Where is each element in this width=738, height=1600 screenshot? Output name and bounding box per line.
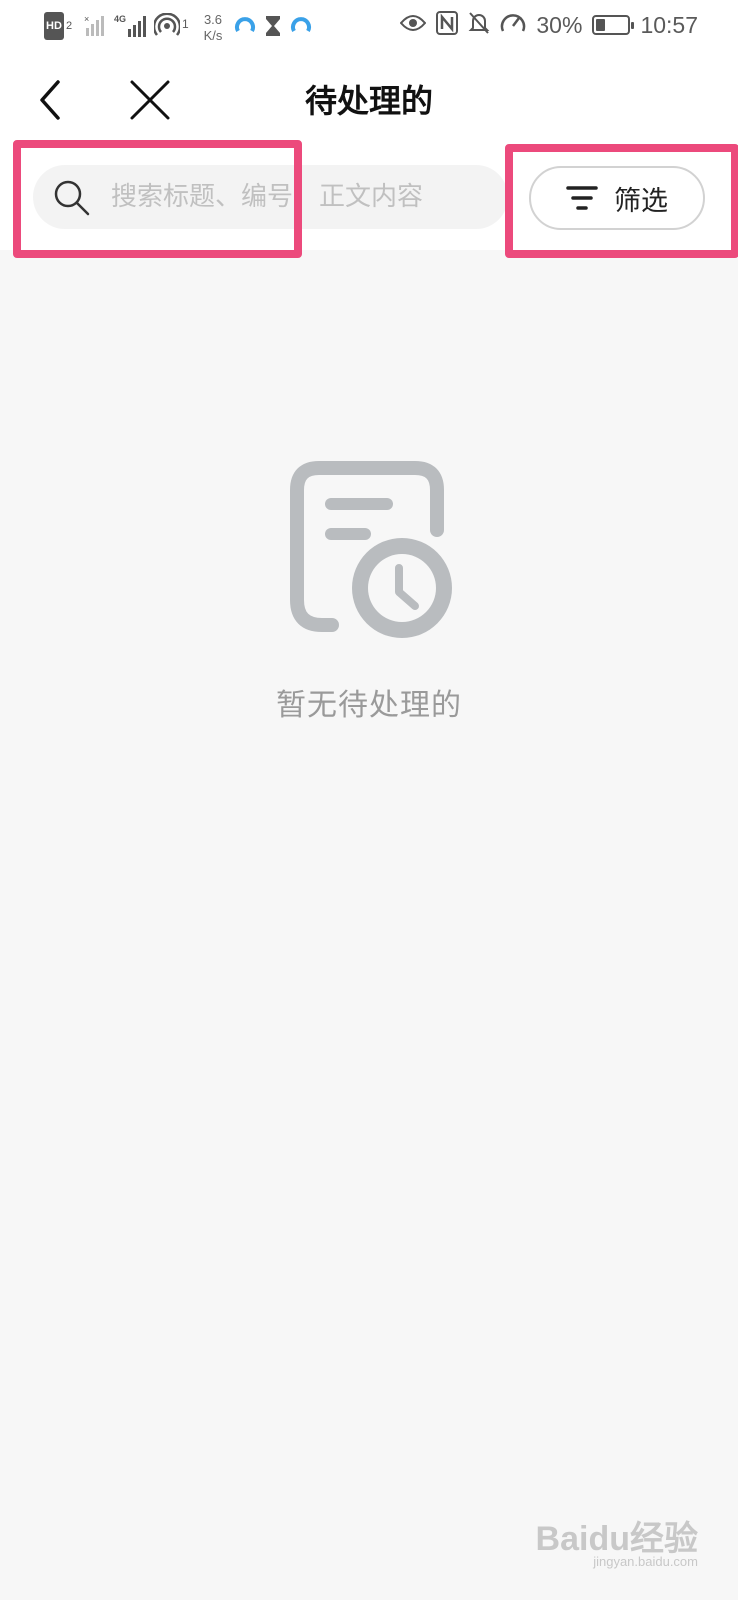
watermark: Baidu经验 jingyan.baidu.com (536, 1522, 698, 1570)
network-type-label: 4G (114, 14, 126, 24)
header: 待处理的 (0, 50, 738, 150)
speedometer-icon (500, 11, 526, 39)
status-bar: HD 2 × 4G 1 3.6 K/s 30% 10:57 (0, 0, 738, 50)
empty-state: 暂无待处理的 (0, 460, 738, 724)
status-right: 30% 10:57 (400, 10, 698, 40)
mute-icon (468, 11, 490, 39)
battery-icon (592, 15, 635, 35)
hd-sub: 2 (66, 20, 73, 32)
document-clock-icon (290, 461, 452, 638)
search-box[interactable] (33, 165, 508, 229)
filter-button[interactable]: 筛选 (529, 166, 705, 230)
empty-message: 暂无待处理的 (276, 688, 462, 723)
hd-badge: HD (44, 12, 64, 40)
network-signal-icon: 4G (114, 12, 148, 40)
app-icon (234, 12, 256, 40)
clock: 10:57 (640, 11, 698, 38)
eye-icon (400, 14, 427, 36)
nfc-icon (436, 11, 459, 39)
search-input[interactable] (111, 182, 491, 212)
search-row: 筛选 (0, 150, 738, 250)
app-icon-2 (290, 12, 312, 40)
filter-icon (566, 186, 598, 210)
wifi-hotspot-icon (154, 12, 180, 40)
filter-label: 筛选 (614, 185, 668, 217)
page-title: 待处理的 (304, 82, 433, 120)
watermark-text: Baidu经验 (535, 1520, 698, 1558)
search-icon (54, 180, 90, 216)
battery-percent: 30% (536, 11, 583, 38)
speed-unit: K/s (203, 28, 223, 43)
hotspot-count: 1 (182, 17, 189, 31)
screen: HD 2 × 4G 1 3.6 K/s 30% 10:57 待处理的 搜索标题、… (0, 0, 738, 1600)
network-speed: 3.6 K/s (198, 12, 228, 43)
signal-icon: × (84, 12, 108, 40)
speed-value: 3.6 (203, 12, 223, 27)
svg-text:×: × (84, 14, 89, 24)
hourglass-icon (264, 12, 282, 40)
